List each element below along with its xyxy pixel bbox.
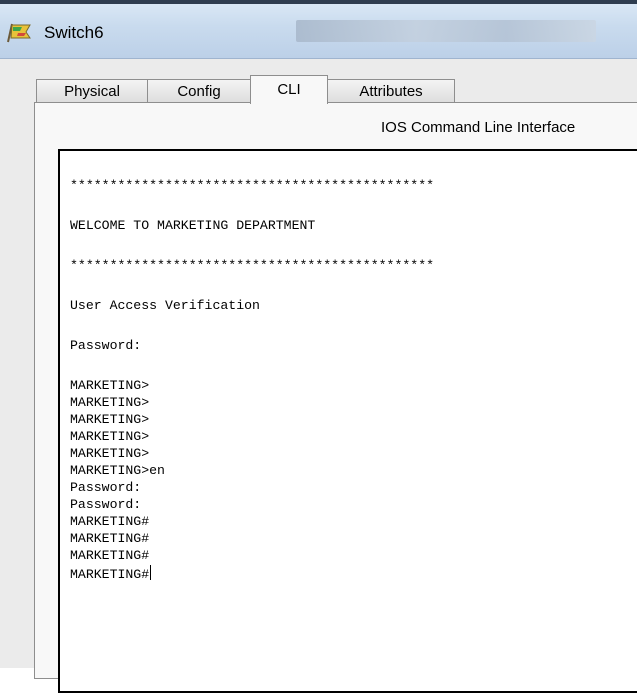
terminal-line: MARKETING# [70, 548, 150, 563]
title-bar: Switch6 [0, 0, 637, 59]
terminal-line: MARKETING> [70, 429, 150, 444]
terminal-line: MARKETING> [70, 378, 150, 393]
background-window-strip [296, 20, 596, 42]
terminal-prompt: MARKETING# [70, 567, 150, 582]
tab-cli[interactable]: CLI [250, 75, 328, 104]
device-window-body: Physical Config CLI Attributes IOS Comma… [0, 59, 637, 693]
packet-tracer-device-icon [7, 23, 31, 43]
cli-terminal[interactable]: ****************************************… [58, 149, 637, 693]
terminal-line: Password: [70, 497, 142, 512]
terminal-line: MARKETING> [70, 446, 150, 461]
terminal-line: ****************************************… [70, 258, 435, 273]
terminal-line: WELCOME TO MARKETING DEPARTMENT [70, 218, 316, 233]
terminal-line: MARKETING> [70, 395, 150, 410]
top-edge [0, 0, 637, 4]
tab-bar: Physical Config CLI Attributes [36, 75, 455, 104]
terminal-line: MARKETING# [70, 514, 150, 529]
panel-title: IOS Command Line Interface [381, 119, 576, 136]
tab-physical[interactable]: Physical [36, 79, 148, 104]
terminal-line: MARKETING# [70, 531, 150, 546]
tab-attributes[interactable]: Attributes [327, 79, 455, 104]
window-title: Switch6 [44, 23, 104, 42]
text-cursor [150, 565, 152, 580]
terminal-line: Password: [70, 480, 142, 495]
terminal-line: MARKETING> [70, 412, 150, 427]
cli-tab-panel: IOS Command Line Interface *************… [34, 102, 637, 693]
terminal-line: User Access Verification [70, 298, 260, 313]
tab-config[interactable]: Config [147, 79, 251, 104]
terminal-line: Password: [70, 338, 142, 353]
terminal-prompt-line[interactable]: MARKETING# [70, 565, 152, 582]
terminal-line: MARKETING>en [70, 463, 165, 478]
terminal-line: ****************************************… [70, 178, 435, 193]
